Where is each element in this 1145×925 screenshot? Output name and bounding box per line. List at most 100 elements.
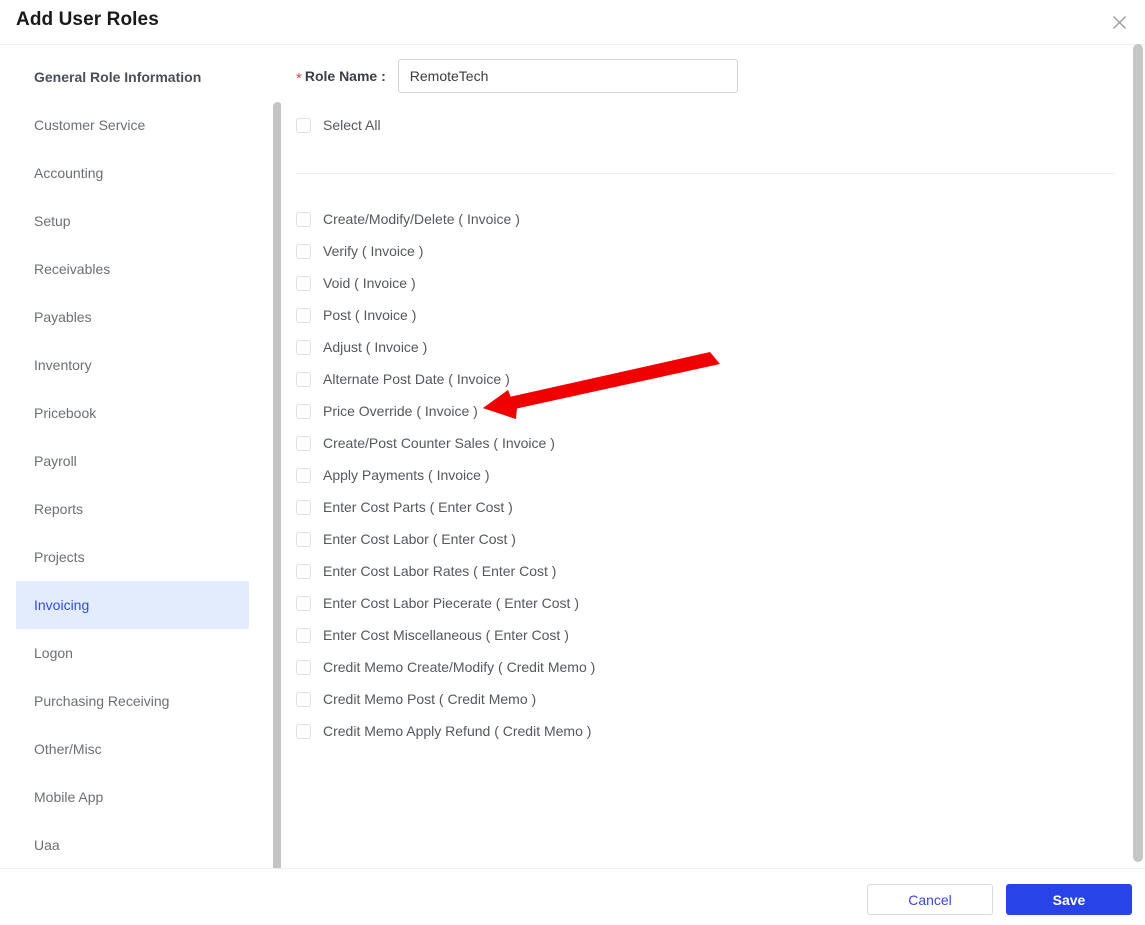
permission-row[interactable]: Alternate Post Date ( Invoice )	[296, 363, 1116, 395]
permission-row[interactable]: Credit Memo Create/Modify ( Credit Memo …	[296, 651, 1116, 683]
role-name-label: Role Name :	[304, 68, 386, 84]
sidebar-item-projects[interactable]: Projects	[16, 533, 249, 581]
sidebar-item-label: Uaa	[34, 837, 60, 853]
sidebar-item-mobile-app[interactable]: Mobile App	[16, 773, 249, 821]
permission-checkbox[interactable]	[296, 595, 311, 611]
sidebar-item-label: Purchasing Receiving	[34, 693, 170, 709]
select-all-label: Select All	[323, 117, 381, 133]
sidebar-nav-list: General Role Information Customer Service…	[0, 45, 265, 868]
cancel-button[interactable]: Cancel	[867, 884, 993, 915]
select-all-row[interactable]: Select All	[296, 117, 381, 133]
sidebar-item-payables[interactable]: Payables	[16, 293, 249, 341]
sidebar-item-label: Projects	[34, 549, 85, 565]
sidebar-item-inventory[interactable]: Inventory	[16, 341, 249, 389]
sidebar-item-reports[interactable]: Reports	[16, 485, 249, 533]
permission-row[interactable]: Enter Cost Labor ( Enter Cost )	[296, 523, 1116, 555]
permission-checkbox[interactable]	[296, 627, 311, 643]
permission-row[interactable]: Create/Post Counter Sales ( Invoice )	[296, 427, 1116, 459]
sidebar-item-receivables[interactable]: Receivables	[16, 245, 249, 293]
permission-row[interactable]: Enter Cost Parts ( Enter Cost )	[296, 491, 1116, 523]
permission-checkbox[interactable]	[296, 403, 311, 419]
permission-label: Enter Cost Labor Piecerate ( Enter Cost …	[323, 595, 579, 611]
permission-label: Enter Cost Miscellaneous ( Enter Cost )	[323, 627, 569, 643]
permission-checkbox[interactable]	[296, 723, 311, 739]
permission-row[interactable]: Credit Memo Apply Refund ( Credit Memo )	[296, 715, 1116, 747]
sidebar-item-setup[interactable]: Setup	[16, 197, 249, 245]
modal-header: Add User Roles	[0, 0, 1145, 45]
sidebar-item-purchasing-receiving[interactable]: Purchasing Receiving	[16, 677, 249, 725]
permission-label: Credit Memo Post ( Credit Memo )	[323, 691, 537, 707]
permission-label: Apply Payments ( Invoice )	[323, 467, 490, 483]
sidebar-item-label: Customer Service	[34, 117, 146, 133]
sidebar-item-label: Logon	[34, 645, 73, 661]
permission-row[interactable]: Post ( Invoice )	[296, 299, 1116, 331]
permission-checkbox[interactable]	[296, 339, 311, 355]
sidebar-item-label: Inventory	[34, 357, 92, 373]
permission-checkbox[interactable]	[296, 211, 311, 227]
sidebar: General Role Information Customer Service…	[0, 45, 281, 868]
required-asterisk: *	[296, 69, 302, 87]
permission-checkbox[interactable]	[296, 563, 311, 579]
page-title: Add User Roles	[16, 9, 159, 30]
modal-footer: Cancel Save	[0, 868, 1145, 925]
sidebar-item-payroll[interactable]: Payroll	[16, 437, 249, 485]
permission-row[interactable]: Create/Modify/Delete ( Invoice )	[296, 203, 1116, 235]
sidebar-item-label: Pricebook	[34, 405, 97, 421]
sidebar-item-label: Payroll	[34, 453, 77, 469]
permission-checkbox[interactable]	[296, 499, 311, 515]
close-icon[interactable]	[1106, 9, 1132, 35]
add-user-roles-modal: Add User Roles General Role Information C…	[0, 0, 1145, 925]
permission-label: Credit Memo Create/Modify ( Credit Memo …	[323, 659, 596, 675]
page-scrollbar-thumb[interactable]	[1133, 44, 1143, 862]
permission-checkbox[interactable]	[296, 691, 311, 707]
permission-label: Enter Cost Labor ( Enter Cost )	[323, 531, 516, 547]
sidebar-scrollbar-thumb[interactable]	[273, 102, 281, 868]
permission-row[interactable]: Enter Cost Labor Piecerate ( Enter Cost …	[296, 587, 1116, 619]
permission-row[interactable]: Enter Cost Labor Rates ( Enter Cost )	[296, 555, 1116, 587]
permission-label: Adjust ( Invoice )	[323, 339, 428, 355]
permissions-list: Create/Modify/Delete ( Invoice ) Verify (…	[296, 203, 1116, 747]
permission-row[interactable]: Apply Payments ( Invoice )	[296, 459, 1116, 491]
permission-checkbox[interactable]	[296, 435, 311, 451]
sidebar-item-label: Other/Misc	[34, 741, 102, 757]
permission-label: Credit Memo Apply Refund ( Credit Memo )	[323, 723, 592, 739]
permission-checkbox[interactable]	[296, 467, 311, 483]
sidebar-item-customer-service[interactable]: Customer Service	[16, 101, 249, 149]
modal-body: General Role Information Customer Service…	[0, 45, 1145, 868]
sidebar-item-label: Invoicing	[34, 597, 90, 613]
permission-checkbox[interactable]	[296, 307, 311, 323]
sidebar-item-invoicing[interactable]: Invoicing	[16, 581, 249, 629]
sidebar-item-uaa[interactable]: Uaa	[16, 821, 249, 868]
select-all-checkbox[interactable]	[296, 117, 311, 133]
save-button[interactable]: Save	[1006, 884, 1132, 915]
permission-label: Enter Cost Parts ( Enter Cost )	[323, 499, 513, 515]
permission-row[interactable]: Verify ( Invoice )	[296, 235, 1116, 267]
sidebar-item-label: Receivables	[34, 261, 111, 277]
permission-label: Price Override ( Invoice )	[323, 403, 478, 419]
role-name-input[interactable]	[397, 59, 738, 93]
permission-label: Alternate Post Date ( Invoice )	[323, 371, 510, 387]
permission-label: Post ( Invoice )	[323, 307, 417, 323]
permission-checkbox[interactable]	[296, 243, 311, 259]
main-panel: * Role Name : Select All Create/Modify/D…	[281, 45, 1145, 868]
permission-row[interactable]: Adjust ( Invoice )	[296, 331, 1116, 363]
permission-label: Enter Cost Labor Rates ( Enter Cost )	[323, 563, 557, 579]
permission-checkbox[interactable]	[296, 275, 311, 291]
sidebar-item-other-misc[interactable]: Other/Misc	[16, 725, 249, 773]
sidebar-item-general-role-information[interactable]: General Role Information	[16, 53, 249, 101]
permission-label: Create/Modify/Delete ( Invoice )	[323, 211, 520, 227]
sidebar-item-logon[interactable]: Logon	[16, 629, 249, 677]
sidebar-item-label: General Role Information	[34, 69, 202, 85]
role-name-row: * Role Name :	[296, 59, 738, 93]
sidebar-item-accounting[interactable]: Accounting	[16, 149, 249, 197]
sidebar-item-label: Payables	[34, 309, 92, 325]
permission-checkbox[interactable]	[296, 531, 311, 547]
section-divider	[296, 173, 1114, 174]
permission-row[interactable]: Price Override ( Invoice )	[296, 395, 1116, 427]
permission-checkbox[interactable]	[296, 371, 311, 387]
permission-checkbox[interactable]	[296, 659, 311, 675]
permission-row[interactable]: Void ( Invoice )	[296, 267, 1116, 299]
permission-row[interactable]: Enter Cost Miscellaneous ( Enter Cost )	[296, 619, 1116, 651]
sidebar-item-pricebook[interactable]: Pricebook	[16, 389, 249, 437]
permission-row[interactable]: Credit Memo Post ( Credit Memo )	[296, 683, 1116, 715]
